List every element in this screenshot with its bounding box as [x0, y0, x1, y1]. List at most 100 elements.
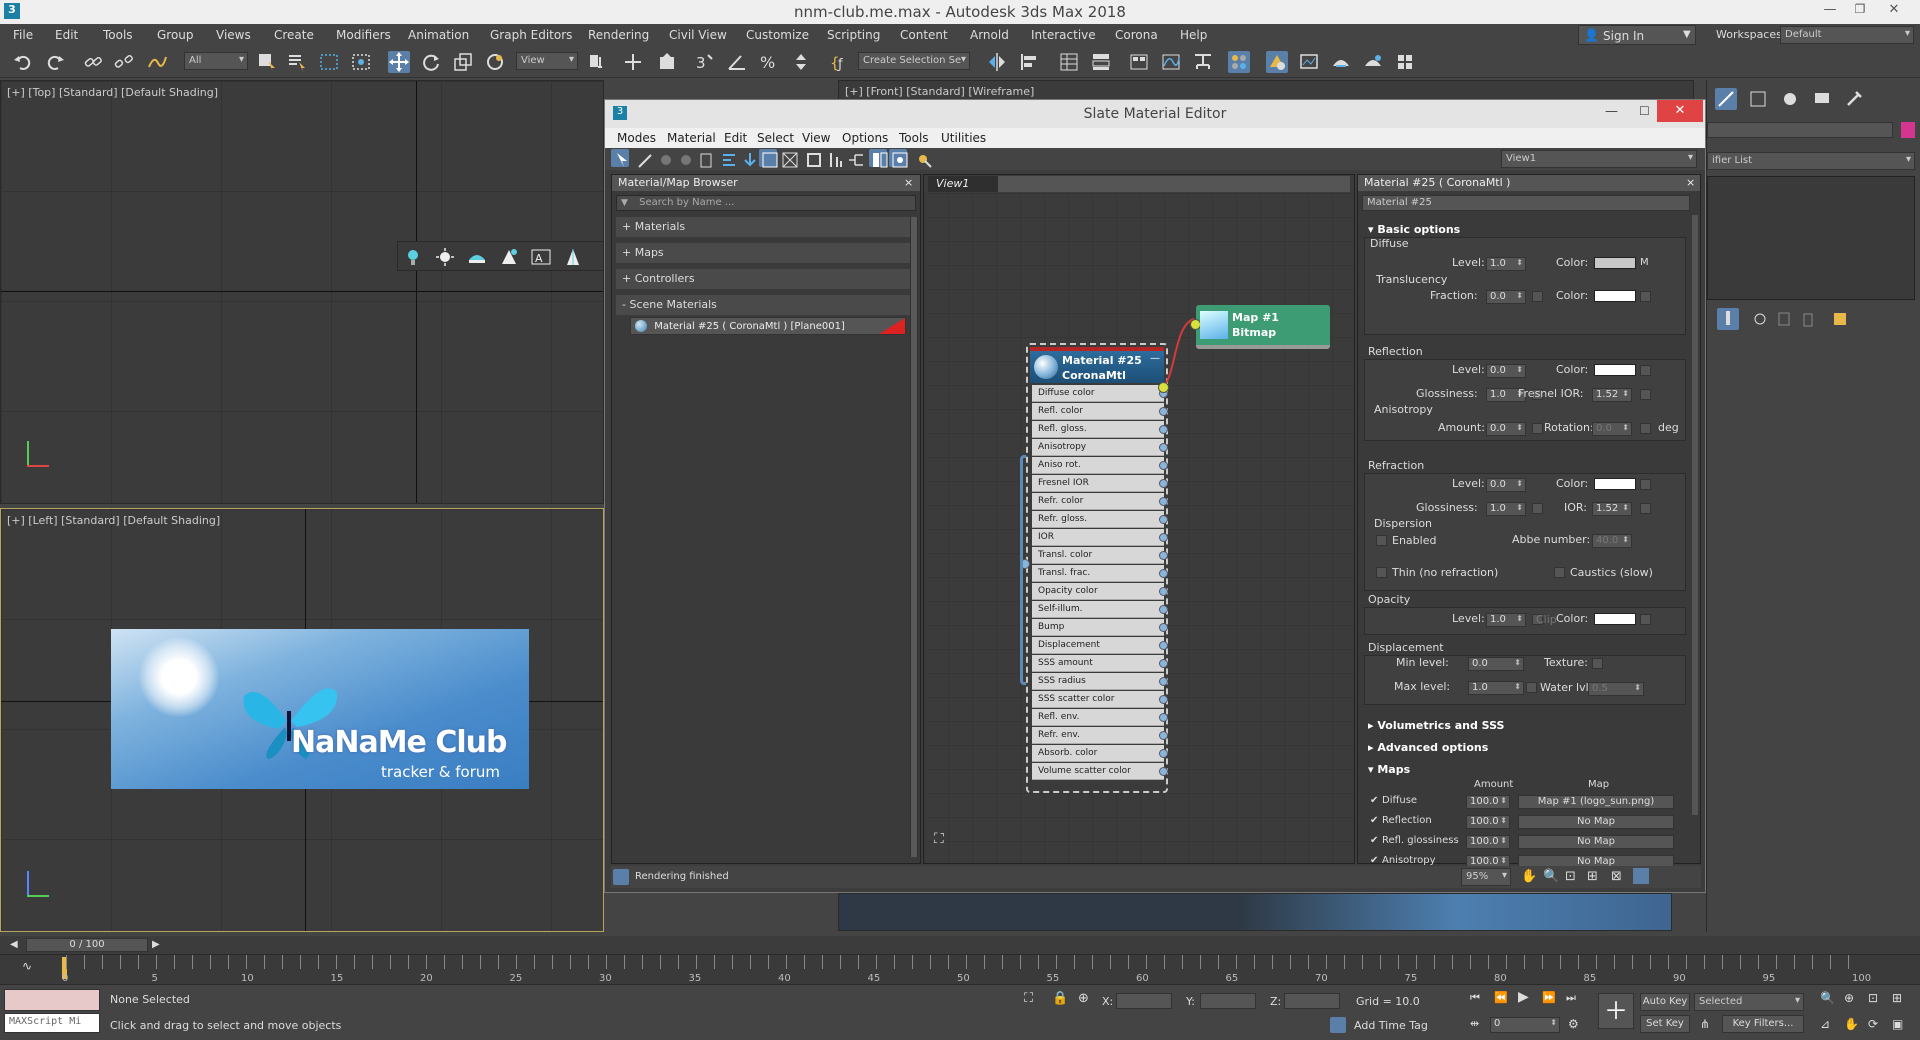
material-slot[interactable]: SSS radius	[1032, 673, 1164, 690]
time-slider[interactable]: ◀ 0 / 100 ▶	[0, 936, 1920, 954]
configure-modifier-sets-icon[interactable]	[1829, 308, 1851, 330]
next-key-icon[interactable]: ⏩	[1542, 991, 1556, 1004]
viewport-label-left[interactable]: [+] [Left] [Standard] [Default Shading]	[7, 514, 220, 527]
daylight-system-icon[interactable]	[498, 246, 520, 268]
curve-editor-icon[interactable]	[1160, 51, 1182, 73]
material-slot[interactable]: Opacity color	[1032, 583, 1164, 600]
material-slot[interactable]: Displacement	[1032, 637, 1164, 654]
selection-filter-dropdown[interactable]: All	[184, 52, 248, 70]
zoom-extents-icon[interactable]: ⊞	[1587, 869, 1598, 884]
zoom-dropdown[interactable]: 95%	[1461, 868, 1511, 886]
perspective-viewport-bg[interactable]	[838, 893, 1672, 931]
reference-coordinate-dropdown[interactable]: View	[516, 52, 578, 70]
snaps-toggle-icon[interactable]: 3	[694, 51, 716, 73]
time-tag-icon[interactable]	[1330, 1017, 1346, 1033]
slate-menu-options[interactable]: Options	[842, 131, 888, 145]
map-enable-checkbox[interactable]: ✔	[1370, 835, 1378, 846]
undo-icon[interactable]	[12, 51, 34, 73]
slate-menu-material[interactable]: Material	[667, 131, 716, 145]
browser-search-input[interactable]: ▼ Search by Name ...	[616, 195, 916, 211]
slot-input-socket[interactable]	[1159, 623, 1168, 632]
edit-named-selection-icon[interactable]: {ƒ	[828, 51, 850, 73]
min-level-spinner[interactable]: 0.0	[1468, 657, 1524, 671]
browser-close-icon[interactable]: ×	[904, 176, 913, 189]
abbe-number-spinner[interactable]: 40.0	[1592, 534, 1632, 548]
unlink-icon[interactable]	[112, 51, 134, 73]
slate-maximize-button[interactable]: ☐	[1639, 104, 1650, 118]
opacity-color-map-checkbox[interactable]	[1640, 614, 1651, 625]
goto-start-icon[interactable]: ⏮	[1470, 991, 1480, 1005]
menu-group[interactable]: Group	[157, 28, 194, 42]
material-slot[interactable]: Volume scatter color	[1032, 763, 1164, 780]
show-background-icon[interactable]	[779, 149, 798, 168]
material-slot[interactable]: Self-illum.	[1032, 601, 1164, 618]
viewport-fov-icon[interactable]: ⊿	[1820, 1017, 1830, 1031]
basic-options-rollout[interactable]: ▾ Basic options	[1368, 223, 1680, 236]
material-slot[interactable]: Refr. env.	[1032, 727, 1164, 744]
slate-view-dropdown[interactable]: View1	[1501, 150, 1697, 168]
browser-section-controllers[interactable]: + Controllers	[616, 269, 910, 289]
window-crossing-icon[interactable]	[350, 51, 372, 73]
slate-menu-utilities[interactable]: Utilities	[941, 131, 986, 145]
viewport-pan-icon[interactable]: ✋	[1844, 1017, 1859, 1031]
material-slot[interactable]: Bump	[1032, 619, 1164, 636]
map-slot-button[interactable]: Map #1 (logo_sun.png)	[1518, 795, 1674, 809]
map-amount-spinner[interactable]: 100.0	[1466, 795, 1510, 809]
object-name-field[interactable]	[1707, 122, 1893, 138]
maxscript-listener[interactable]	[4, 989, 100, 1011]
z-coordinate-field[interactable]	[1284, 993, 1340, 1009]
key-mode-icon[interactable]: ⇹	[1470, 1017, 1479, 1030]
slot-input-socket[interactable]	[1159, 587, 1168, 596]
translucency-map-checkbox[interactable]	[1532, 291, 1543, 302]
dispersion-enabled-checkbox[interactable]	[1376, 535, 1387, 546]
caustics-checkbox[interactable]	[1554, 567, 1565, 578]
maps-rollout[interactable]: ▾ Maps	[1368, 763, 1680, 776]
viewport-orbit-icon[interactable]: ⟳	[1868, 1017, 1878, 1031]
selection-lock-icon[interactable]: 🔒	[1052, 991, 1068, 1006]
rectangular-selection-icon[interactable]	[318, 51, 340, 73]
set-key-big-button[interactable]: ＋	[1598, 993, 1634, 1029]
zoom-selected-icon[interactable]	[1633, 868, 1649, 884]
modify-tab-icon[interactable]	[1747, 88, 1769, 110]
schematic-view-icon[interactable]	[1192, 51, 1214, 73]
slot-input-socket[interactable]	[1159, 605, 1168, 614]
pick-material-icon[interactable]	[635, 149, 653, 168]
material-slot[interactable]: Absorb. color	[1032, 745, 1164, 762]
modifier-list-dropdown[interactable]: ifier List	[1707, 152, 1915, 170]
slate-minimize-button[interactable]: —	[1605, 104, 1618, 119]
goto-end-icon[interactable]: ⏭	[1566, 991, 1576, 1005]
sky-light-icon[interactable]	[466, 246, 488, 268]
maxscript-input[interactable]: MAXScript Mi	[4, 1013, 100, 1033]
slot-input-socket[interactable]	[1159, 659, 1168, 668]
close-button[interactable]: ✕	[1882, 2, 1906, 20]
keyboard-shortcut-icon[interactable]	[656, 51, 678, 73]
select-by-material-icon[interactable]	[913, 149, 932, 168]
viewport-zoom-extents-all-icon[interactable]: ⊞	[1892, 991, 1902, 1005]
link-icon[interactable]	[82, 51, 104, 73]
viewport-zoom-icon[interactable]: 🔍	[1820, 991, 1835, 1005]
volumetrics-rollout[interactable]: ▸ Volumetrics and SSS	[1368, 719, 1680, 732]
fresnel-ior-spinner[interactable]: 1.52	[1592, 388, 1632, 402]
left-viewport[interactable]: [+] [Left] [Standard] [Default Shading] …	[0, 508, 604, 932]
set-key-button[interactable]: Set Key	[1640, 1015, 1690, 1033]
next-frame-arrow[interactable]: ▶	[152, 939, 160, 950]
menu-modifiers[interactable]: Modifiers	[336, 28, 391, 42]
anisotropy-amount-map-checkbox[interactable]	[1532, 423, 1543, 434]
move-icon[interactable]	[388, 51, 410, 73]
minimize-button[interactable]: —	[1820, 2, 1840, 20]
browser-section-maps[interactable]: + Maps	[616, 243, 910, 263]
pivot-center-icon[interactable]	[586, 51, 608, 73]
slate-menu-view[interactable]: View	[802, 131, 830, 145]
refraction-level-spinner[interactable]: 0.0	[1486, 478, 1526, 492]
browser-section-materials[interactable]: + Materials	[616, 217, 910, 237]
isolate-selection-icon[interactable]: ⛶	[1024, 991, 1033, 1006]
diffuse-map-indicator[interactable]: M	[1640, 257, 1649, 268]
anisotropy-rotation-map-checkbox[interactable]	[1640, 423, 1651, 434]
show-map-in-viewport-icon[interactable]	[759, 149, 778, 168]
zoom-icon[interactable]: 🔍	[1543, 869, 1559, 884]
menu-scripting[interactable]: Scripting	[827, 28, 880, 42]
menu-content[interactable]: Content	[900, 28, 948, 42]
menu-interactive[interactable]: Interactive	[1031, 28, 1096, 42]
diffuse-level-spinner[interactable]: 1.0	[1486, 257, 1526, 271]
add-time-tag[interactable]: Add Time Tag	[1354, 1019, 1428, 1032]
